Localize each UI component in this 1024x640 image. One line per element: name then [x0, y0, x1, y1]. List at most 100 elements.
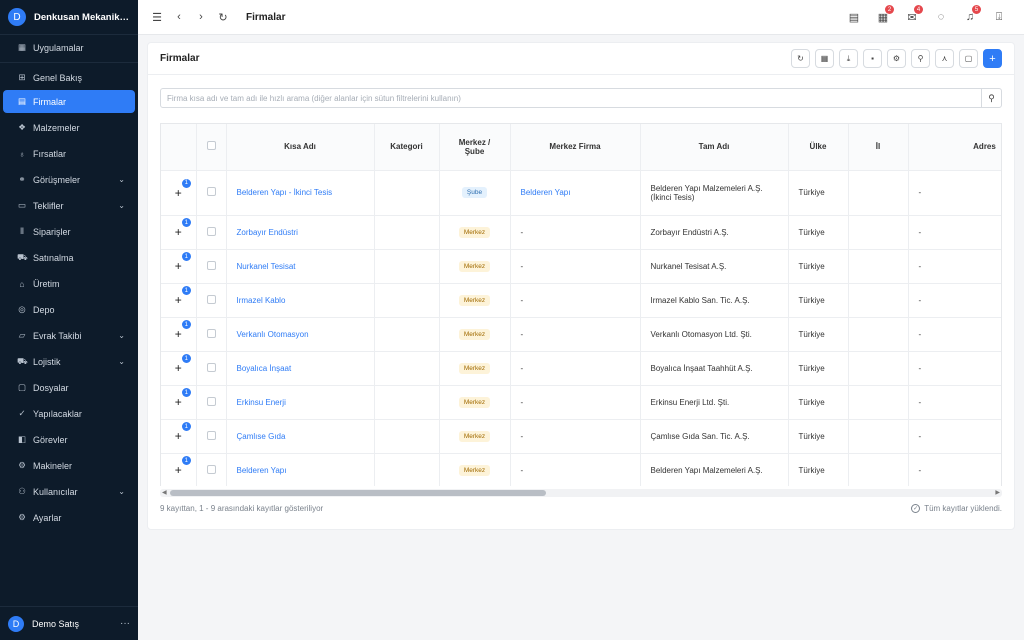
expand-row-icon[interactable]: +1 — [175, 388, 191, 409]
sidebar-item-clipboard[interactable]: ⫴ Siparişler — [3, 220, 135, 243]
expand-row-icon[interactable]: +1 — [175, 354, 191, 375]
bell-icon[interactable]: ♫ 5 — [959, 5, 981, 28]
table-row[interactable]: +1 Irmazel Kablo Merkez - Irmazel Kablo San.… — [161, 283, 1001, 318]
firm-link[interactable]: Belderen Yapı — [237, 466, 287, 475]
sidebar-item-warehouse[interactable]: ◎ Depo — [3, 298, 135, 321]
sidebar-item-dashboard[interactable]: ⊞ Genel Bakış — [3, 66, 135, 89]
user-menu[interactable]: D Demo Satış ··· — [0, 606, 138, 640]
sidebar-item-truck[interactable]: ⛟ Lojistik ⌄ — [3, 350, 135, 373]
merkez-firma-value[interactable]: Belderen Yapı — [521, 188, 571, 197]
search-input[interactable] — [161, 89, 981, 107]
row-checkbox[interactable] — [206, 294, 216, 304]
col-il[interactable]: İl — [848, 124, 909, 171]
sidebar-item-boxes[interactable]: ❖ Malzemeler — [3, 116, 135, 139]
reload-button[interactable]: ↻ — [791, 49, 810, 68]
more-options-icon[interactable]: ··· — [120, 618, 130, 629]
sidebar-item-users[interactable]: ⚇ Kullanıcılar ⌄ — [3, 480, 135, 503]
table-row[interactable]: +1 Çamlıse Gıda Merkez - Çamlıse Gıda San. T… — [161, 419, 1001, 454]
il-cell — [848, 317, 909, 352]
sidebar-item-machine[interactable]: ⚙ Makineler — [3, 454, 135, 477]
sidebar-item-cart[interactable]: ⛟ Satınalma — [3, 246, 135, 269]
table-row[interactable]: +1 Zorbayır Endüstri Merkez - Zorbayır Endüs… — [161, 215, 1001, 250]
sidebar-item-settings[interactable]: ⚙ Ayarlar — [3, 506, 135, 529]
firm-link[interactable]: Çamlıse Gıda — [237, 432, 286, 441]
logout-icon[interactable]: ⍗ — [988, 6, 1010, 28]
table-row[interactable]: +1 Erkinsu Enerji Merkez - Erkinsu Enerji Lt… — [161, 385, 1001, 420]
merge-button[interactable]: ⋏ — [935, 49, 954, 68]
firm-link[interactable]: Nurkanel Tesisat — [237, 262, 296, 271]
brand[interactable]: D Denkusan Mekanik San... — [0, 0, 138, 35]
sidebar-item-tasks[interactable]: ◧ Görevler — [3, 428, 135, 451]
row-checkbox[interactable] — [206, 187, 216, 196]
sidebar-item-lightbulb[interactable]: ♁ Fırsatlar — [3, 142, 135, 165]
download-button[interactable]: ⤓ — [839, 49, 858, 68]
col-adres[interactable]: Adres — [908, 124, 1001, 171]
expand-row-icon[interactable]: +1 — [175, 218, 191, 239]
folder-icon: ▢ — [17, 382, 27, 392]
firm-link[interactable]: Erkinsu Enerji — [237, 398, 286, 407]
columns-button[interactable]: ▦ — [815, 49, 834, 68]
firm-link[interactable]: Belderen Yapı - İkinci Tesis — [237, 188, 333, 197]
calendar-icon[interactable]: ▦ 2 — [872, 5, 894, 28]
sidebar-item-folder[interactable]: ▢ Dosyalar — [3, 376, 135, 399]
firm-link[interactable]: Zorbayır Endüstri — [237, 228, 298, 237]
child-count-badge: 1 — [181, 422, 191, 431]
menu-toggle-icon[interactable]: ☰ — [146, 6, 168, 28]
grid-view-button[interactable]: ▪ — [863, 49, 882, 68]
report-button[interactable]: ▢ — [959, 49, 978, 68]
expand-row-icon[interactable]: +1 — [175, 252, 191, 273]
kategori-cell — [374, 283, 440, 318]
firm-link[interactable]: Boyalıca İnşaat — [237, 364, 292, 373]
table-row[interactable]: +1 Belderen Yapı - İkinci Tesis Şube Belder… — [161, 170, 1001, 216]
sidebar-item-handshake[interactable]: ⚭ Görüşmeler ⌄ — [3, 168, 135, 191]
table-row[interactable]: +1 Nurkanel Tesisat Merkez - Nurkanel Tesisa… — [161, 249, 1001, 284]
settings-button[interactable]: ⚙ — [887, 49, 906, 68]
forward-arrow-icon[interactable]: › — [190, 6, 212, 28]
expand-row-icon[interactable]: +1 — [175, 178, 191, 200]
expand-row-icon[interactable]: +1 — [175, 422, 191, 443]
table-row[interactable]: +1 Belderen Yapı Merkez - Belderen Yapı Malz… — [161, 453, 1001, 486]
col-merkez-sube[interactable]: Merkez / Şube — [439, 124, 511, 171]
expand-row-icon[interactable]: +1 — [175, 320, 191, 341]
row-checkbox[interactable] — [206, 226, 216, 236]
table-row[interactable]: +1 Boyalıca İnşaat Merkez - Boyalıca İnşaat … — [161, 351, 1001, 386]
col-kisa-adi[interactable]: Kısa Adı — [226, 124, 375, 171]
expand-row-icon[interactable]: +1 — [175, 456, 191, 477]
sidebar-item-factory[interactable]: ⌂ Üretim — [3, 272, 135, 295]
firm-link[interactable]: Irmazel Kablo — [237, 296, 286, 305]
row-checkbox[interactable] — [206, 396, 216, 406]
sidebar-item-grid[interactable]: ▦ Uygulamalar — [3, 36, 135, 59]
scroll-right-icon[interactable]: ▶ — [995, 489, 1000, 497]
firm-link[interactable]: Verkanlı Otomasyon — [237, 330, 309, 339]
search-icon[interactable]: ⚲ — [981, 89, 1001, 107]
horizontal-scrollbar[interactable]: ◀ ▶ — [160, 489, 1002, 497]
adres-cell: - — [908, 170, 1001, 216]
refresh-icon[interactable]: ↻ — [212, 6, 234, 28]
col-merkez-firma[interactable]: Merkez Firma — [510, 124, 641, 171]
back-arrow-icon[interactable]: ‹ — [168, 6, 190, 28]
hierarchy-button[interactable]: ⚲ — [911, 49, 930, 68]
select-all-checkbox[interactable] — [206, 141, 216, 151]
row-checkbox[interactable] — [206, 362, 216, 372]
row-checkbox[interactable] — [206, 328, 216, 338]
sidebar-item-building[interactable]: ▤ Firmalar — [3, 90, 135, 113]
chevron-down-icon: ⌄ — [118, 175, 125, 184]
row-checkbox[interactable] — [206, 430, 216, 440]
sidebar-item-check[interactable]: ✓ Yapılacaklar — [3, 402, 135, 425]
sidebar-item-folder-open[interactable]: ▱ Evrak Takibi ⌄ — [3, 324, 135, 347]
row-checkbox[interactable] — [206, 260, 216, 270]
sidebar-item-document[interactable]: ▭ Teklifler ⌄ — [3, 194, 135, 217]
col-tam-adi[interactable]: Tam Adı — [640, 124, 789, 171]
scrollbar-thumb[interactable] — [170, 490, 546, 496]
chat-icon[interactable]: ◌ — [930, 6, 952, 28]
add-firm-button[interactable]: + — [983, 49, 1002, 68]
col-ulke[interactable]: Ülke — [788, 124, 849, 171]
scroll-left-icon[interactable]: ◀ — [162, 489, 167, 497]
expand-row-icon[interactable]: +1 — [175, 286, 191, 307]
adres-cell: - — [908, 249, 1001, 284]
row-checkbox[interactable] — [206, 464, 216, 474]
col-kategori[interactable]: Kategori — [374, 124, 440, 171]
mail-icon[interactable]: ✉ 4 — [901, 5, 923, 28]
notes-icon[interactable]: ▤ — [843, 6, 865, 28]
table-row[interactable]: +1 Verkanlı Otomasyon Merkez - Verkanlı Otom… — [161, 317, 1001, 352]
